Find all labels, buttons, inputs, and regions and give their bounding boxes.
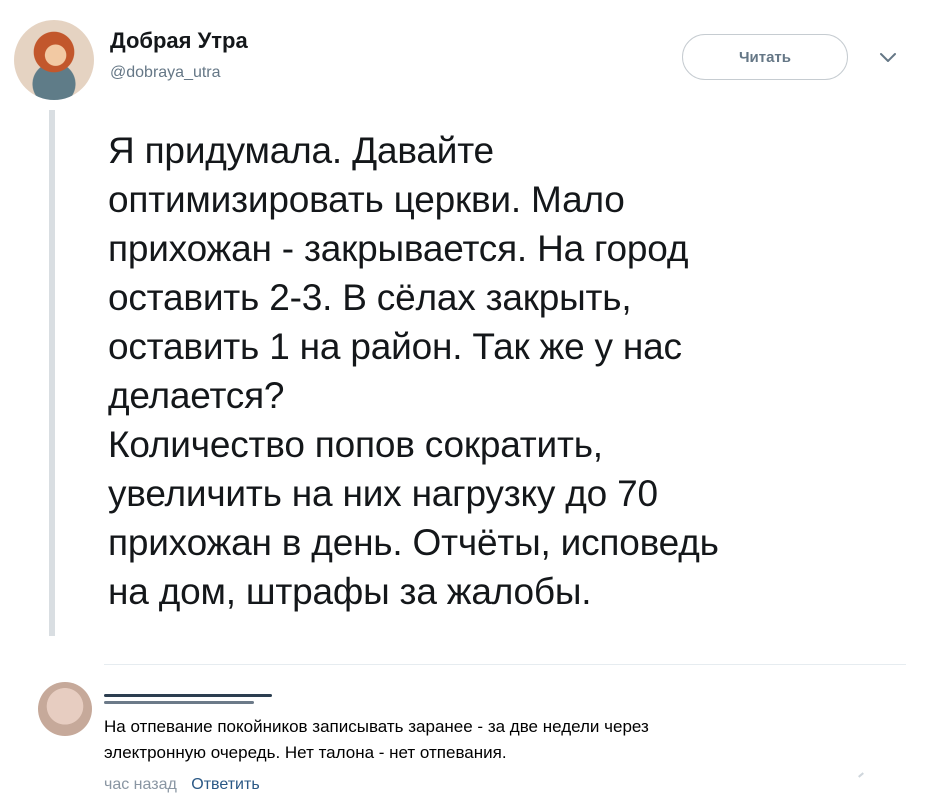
- comment-line: На отпевание покойников записывать заран…: [104, 717, 649, 736]
- decorative-mark: [858, 772, 864, 778]
- reply-link[interactable]: Ответить: [191, 776, 259, 793]
- thread-line: [49, 110, 55, 636]
- comment-author-redacted: [104, 690, 272, 704]
- tweet-line: делается?: [108, 375, 285, 416]
- tweet-line: прихожан - закрывается. На город: [108, 228, 689, 269]
- tweet-line: Количество попов сократить,: [108, 424, 603, 465]
- comment-time: час назад: [104, 776, 177, 793]
- tweet-line: оставить 1 на район. Так же у нас: [108, 326, 682, 367]
- tweet-line: увеличить на них нагрузку до 70: [108, 473, 658, 514]
- tweet-line: Я придумала. Давайте: [108, 130, 494, 171]
- avatar[interactable]: [14, 20, 94, 100]
- chevron-down-icon[interactable]: [878, 48, 898, 68]
- comment-text: На отпевание покойников записывать заран…: [104, 714, 864, 766]
- author-name[interactable]: Добрая Утра: [110, 28, 248, 54]
- tweet-line: оптимизировать церкви. Мало: [108, 179, 625, 220]
- tweet-line: прихожан в день. Отчёты, исповедь: [108, 522, 719, 563]
- author-handle[interactable]: @dobraya_utra: [110, 64, 221, 82]
- comment-line: электронную очередь. Нет талона - нет от…: [104, 743, 507, 762]
- divider: [104, 664, 906, 665]
- tweet-line: оставить 2-3. В сёлах закрыть,: [108, 277, 632, 318]
- follow-button-label: Читать: [738, 48, 792, 66]
- comment-avatar[interactable]: [38, 682, 92, 736]
- tweet-line: на дом, штрафы за жалобы.: [108, 571, 592, 612]
- follow-button[interactable]: Читать: [682, 34, 848, 80]
- comment-meta: час назад Ответить: [104, 776, 260, 794]
- tweet-text: Я придумала. Давайте оптимизировать церк…: [108, 126, 898, 616]
